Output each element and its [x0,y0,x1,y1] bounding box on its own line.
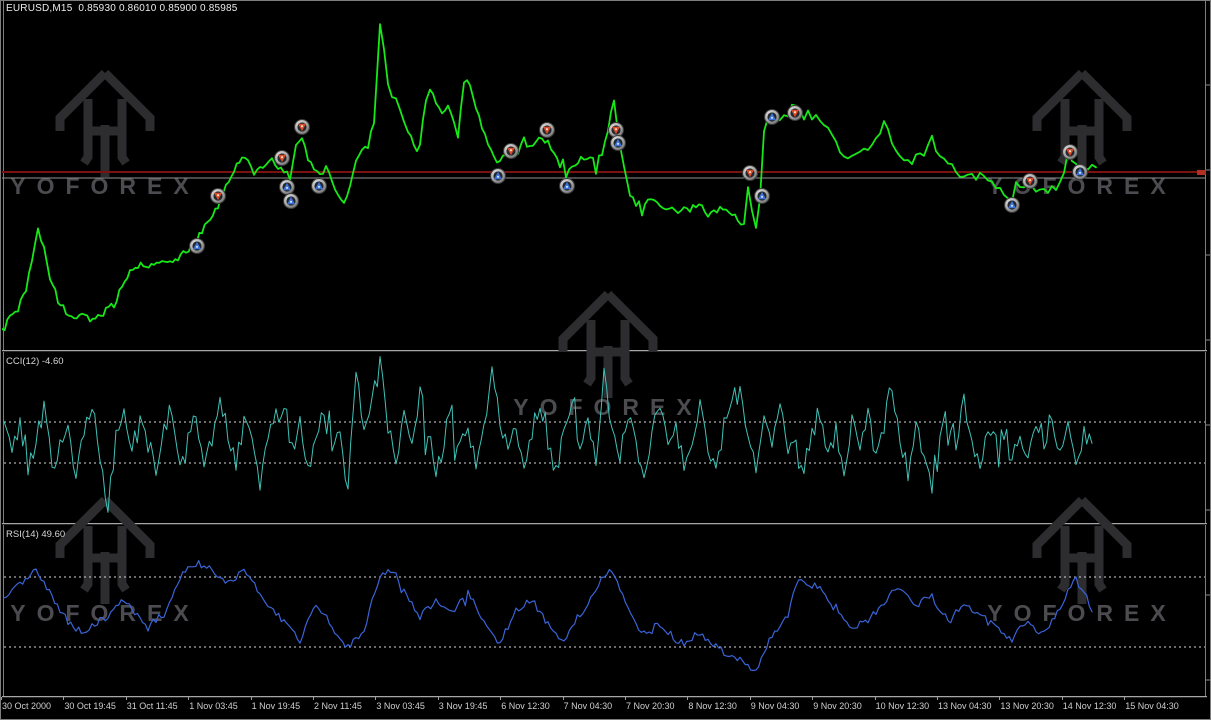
series-rsi [4,561,1092,671]
time-axis-tick [1124,697,1125,700]
time-axis-label: 3 Nov 19:45 [439,701,488,711]
time-axis-label: 31 Oct 11:45 [127,701,178,711]
time-axis-tick [563,697,564,700]
signal-marker-sell-icon [295,120,310,135]
signal-marker-sell-icon [788,106,803,121]
time-axis-label: 30 Oct 19:45 [64,701,116,711]
time-axis-label: 6 Nov 12:30 [501,701,550,711]
symbol-ohlc-header: EURUSD,M15 0.85930 0.86010 0.85900 0.859… [6,3,238,14]
signal-marker-sell-icon [211,189,226,204]
time-axis-label: 9 Nov 20:30 [813,701,862,711]
signal-marker-sell-icon [540,123,555,138]
time-axis-label: 7 Nov 04:30 [564,701,613,711]
signal-marker-buy-icon [560,179,575,194]
scale-ticks-layer [1206,85,1210,680]
time-axis-tick [438,697,439,700]
signal-marker-buy-icon [755,189,770,204]
series-cci [4,357,1092,513]
time-axis-label: 14 Nov 12:30 [1063,701,1117,711]
time-axis-tick [375,697,376,700]
signal-marker-buy-icon [190,239,205,254]
time-axis-label: 7 Nov 20:30 [626,701,675,711]
time-axis-tick [687,697,688,700]
signal-marker-buy-icon [1073,165,1088,180]
time-axis[interactable]: 30 Oct 2000 30 Oct 19:45 31 Oct 11:45 1 Nov… [0,697,1211,720]
signal-marker-sell-icon [1023,174,1038,189]
time-axis-label: 3 Nov 03:45 [376,701,425,711]
time-axis-tick [1,697,2,700]
time-axis-tick [313,697,314,700]
time-axis-label: 8 Nov 12:30 [688,701,737,711]
signal-marker-sell-icon [504,144,519,159]
series-price [2,24,1096,330]
time-axis-tick [812,697,813,700]
time-axis-label: 9 Nov 04:30 [751,701,800,711]
time-axis-tick [1062,697,1063,700]
time-axis-tick [251,697,252,700]
signal-marker-sell-icon [609,123,624,138]
time-axis-tick [500,697,501,700]
time-axis-tick [126,697,127,700]
signal-marker-buy-icon [765,110,780,125]
time-axis-label: 13 Nov 20:30 [1000,701,1054,711]
mt4-chart-window: YOFOREX YOFOREX YOFOREX YOFOREX YOFOREX [0,0,1211,720]
time-axis-tick [188,697,189,700]
series-layer [2,24,1096,670]
time-axis-tick [999,697,1000,700]
signal-marker-buy-icon [312,179,327,194]
level-lines-layer [2,170,1206,647]
chart-surface[interactable] [0,0,1211,720]
time-axis-tick [937,697,938,700]
signal-marker-sell-icon [1063,145,1078,160]
cci-indicator-label: CCI(12) -4.60 [6,356,64,367]
time-axis-label: 30 Oct 2000 [2,701,51,711]
signal-marker-buy-icon [611,136,626,151]
time-axis-label: 1 Nov 19:45 [252,701,301,711]
time-axis-label: 2 Nov 11:45 [314,701,362,711]
time-axis-label: 15 Nov 04:30 [1125,701,1179,711]
time-axis-tick [625,697,626,700]
signal-markers-layer [190,106,1088,254]
time-axis-label: 1 Nov 03:45 [189,701,238,711]
rsi-indicator-label: RSI(14) 49.60 [6,529,65,540]
time-axis-tick [750,697,751,700]
signal-marker-buy-icon [284,194,299,209]
time-axis-label: 10 Nov 12:30 [876,701,930,711]
signal-marker-buy-icon [1005,198,1020,213]
time-axis-tick [63,697,64,700]
time-axis-tick [875,697,876,700]
signal-marker-sell-icon [743,166,758,181]
signal-marker-sell-icon [275,151,290,166]
signal-marker-buy-icon [280,180,295,195]
red-line-right-cap [1197,170,1206,175]
signal-marker-buy-icon [491,169,506,184]
time-axis-label: 13 Nov 04:30 [938,701,992,711]
